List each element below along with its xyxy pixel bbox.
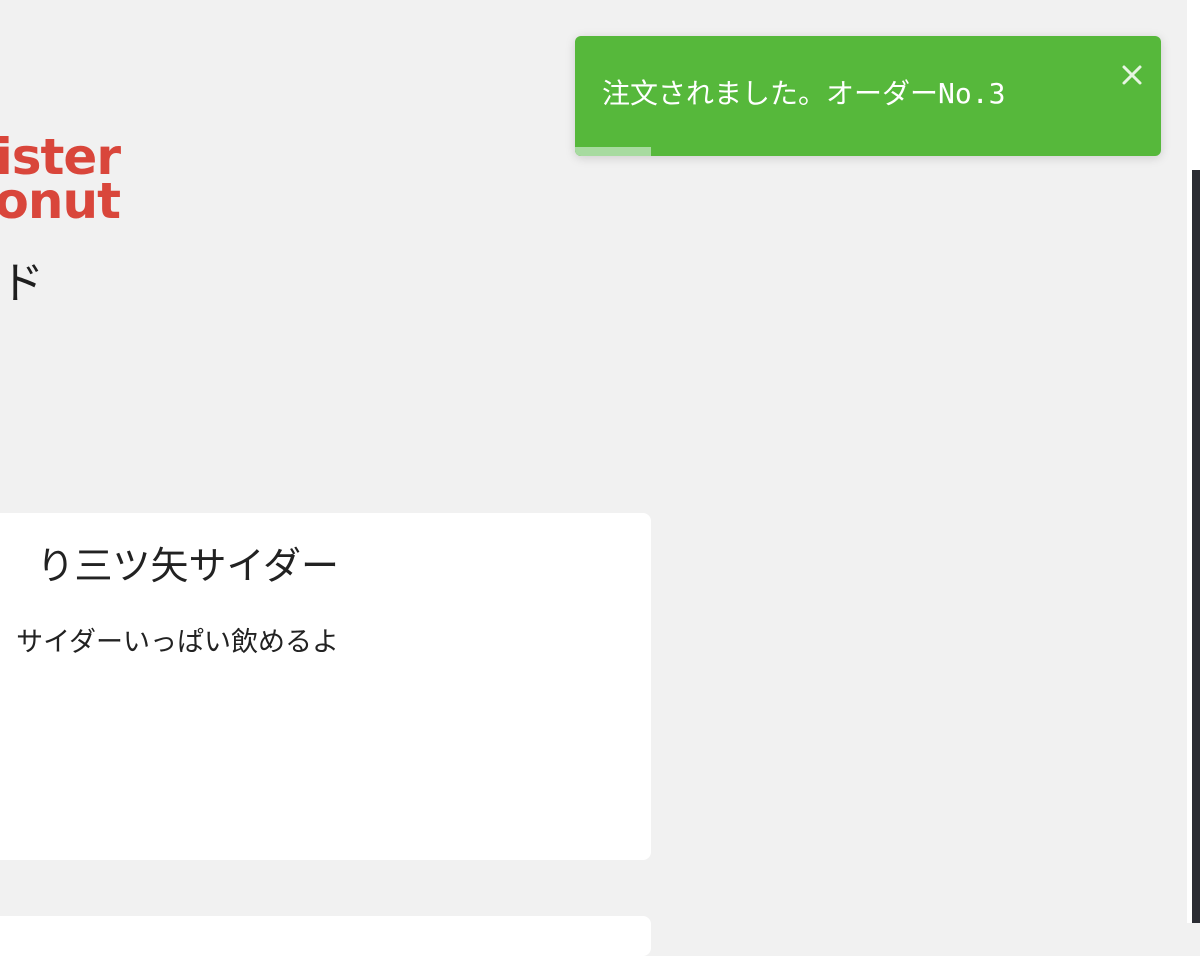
order-toast: 注文されました。オーダーNo.3 <box>575 36 1161 156</box>
brand-logo: Mister Donut <box>0 118 140 228</box>
window-edge <box>1187 0 1200 923</box>
toast-message: 注文されました。オーダーNo.3 <box>602 77 1006 110</box>
product-card-next[interactable] <box>0 916 651 956</box>
logo-text-line-2: Donut <box>0 172 121 228</box>
product-card[interactable]: り三ツ矢サイダー サイダーいっぱい飲めるよ <box>0 513 651 860</box>
product-name: り三ツ矢サイダー <box>36 544 339 588</box>
section-title: ド <box>0 258 44 309</box>
product-description: サイダーいっぱい飲めるよ <box>16 627 339 658</box>
close-icon[interactable] <box>1119 62 1145 88</box>
adjacent-window <box>1192 170 1200 923</box>
toast-progress-bar <box>575 147 652 156</box>
